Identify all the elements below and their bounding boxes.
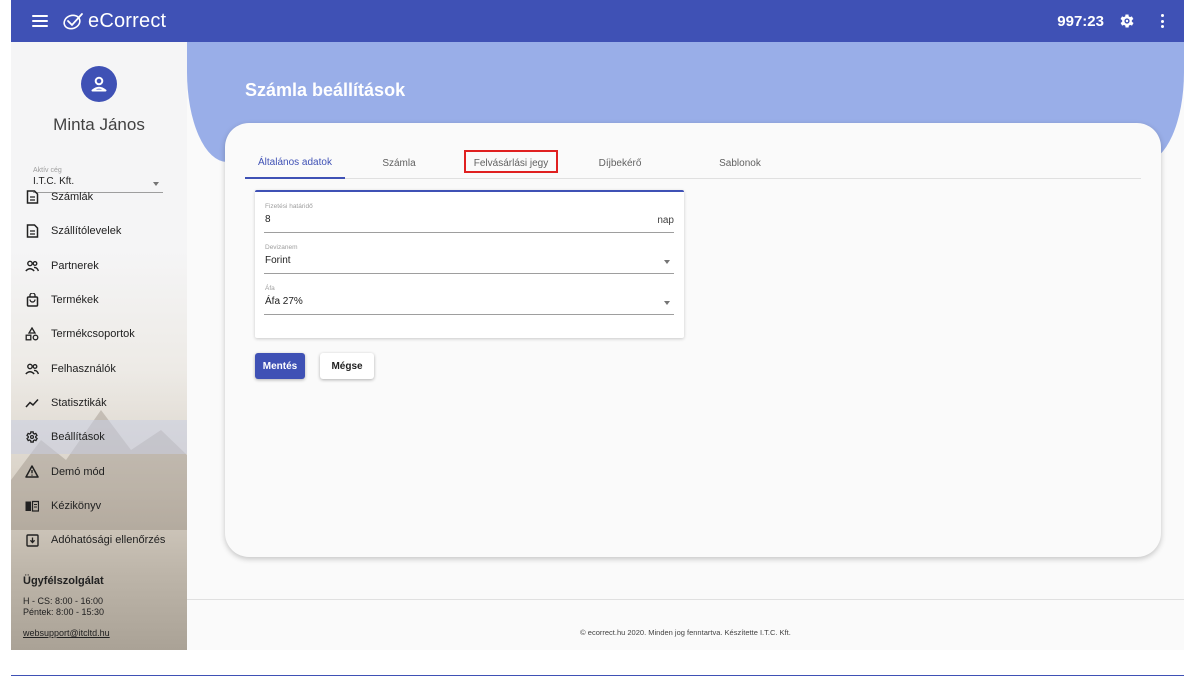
settings-card: Általános adatok Számla Felvásárlási jeg… <box>225 123 1161 557</box>
gear-icon[interactable] <box>1118 12 1136 30</box>
company-select-label: Aktív cég <box>33 167 62 174</box>
hamburger-icon[interactable] <box>32 15 48 27</box>
currency-value: Forint <box>265 255 291 266</box>
user-icon <box>91 76 107 92</box>
sidebar-item-label: Termékek <box>51 294 99 307</box>
sidebar-item-label: Termékcsoportok <box>51 328 135 341</box>
sidebar-item-termekcsoportok[interactable]: Termékcsoportok <box>11 317 187 351</box>
sidebar-item-adohatosagi-ellenorzes[interactable]: Adóhatósági ellenőrzés <box>11 523 187 557</box>
currency-select[interactable]: Devizanem Forint <box>264 244 674 274</box>
tab-label: Sablonok <box>719 157 761 169</box>
sidebar-nav: Számlák Szállítólevelek Partnerek Termék… <box>11 180 187 557</box>
download-box-icon <box>25 533 39 547</box>
gear-icon <box>25 430 39 444</box>
support-hours-friday: Péntek: 8:00 - 15:30 <box>23 607 105 617</box>
vat-label: Áfa <box>265 285 275 292</box>
sidebar-item-label: Demó mód <box>51 465 105 478</box>
payment-deadline-label: Fizetési határidő <box>265 203 313 210</box>
sidebar-item-felhasznalok[interactable]: Felhasználók <box>11 351 187 385</box>
brand-logo-icon <box>63 13 83 30</box>
sidebar-item-label: Szállítólevelek <box>51 225 122 238</box>
sidebar-item-partnerek[interactable]: Partnerek <box>11 249 187 283</box>
sidebar-item-kezikonyv[interactable]: Kézikönyv <box>11 489 187 523</box>
warning-icon <box>25 465 39 479</box>
sidebar-item-label: Kézikönyv <box>51 499 102 512</box>
currency-label: Devizanem <box>265 244 298 251</box>
trend-icon <box>25 396 39 410</box>
people-icon <box>25 362 39 376</box>
footer-copyright: © ecorrect.hu 2020. Minden jog fenntartv… <box>580 628 791 637</box>
vat-value: Áfa 27% <box>265 296 303 307</box>
payment-deadline-value: 8 <box>265 214 271 225</box>
bottom-divider <box>11 675 1184 676</box>
more-vert-icon[interactable] <box>1160 14 1164 28</box>
chevron-down-icon <box>664 301 670 305</box>
main-content: Számla beállítások Általános adatok Szám… <box>187 42 1184 650</box>
avatar[interactable] <box>81 66 117 102</box>
tab-dijbekero[interactable]: Díjbekérő <box>585 147 655 179</box>
sidebar-item-label: Beállítások <box>51 431 105 444</box>
document-icon <box>25 224 39 239</box>
user-name: Minta János <box>53 115 145 134</box>
sidebar-item-demo-mod[interactable]: Demó mód <box>11 454 187 488</box>
payment-deadline-field[interactable]: Fizetési határidő 8 nap <box>264 203 674 233</box>
tab-bar: Általános adatok Számla Felvásárlási jeg… <box>245 147 1141 179</box>
sidebar-item-beallitasok[interactable]: Beállítások <box>11 420 187 455</box>
support-title: Ügyfélszolgálat <box>23 575 104 587</box>
sidebar-item-termekek[interactable]: Termékek <box>11 283 187 317</box>
footer: © ecorrect.hu 2020. Minden jog fenntartv… <box>187 599 1184 650</box>
sidebar-item-label: Adóhatósági ellenőrzés <box>51 534 166 547</box>
general-settings-form: Fizetési határidő 8 nap Devizanem Forint… <box>255 190 684 338</box>
app-window: eCorrect 997:23 Minta János Aktív cég I.… <box>11 0 1184 650</box>
support-hours-weekday: H - CS: 8:00 - 16:00 <box>23 596 104 606</box>
tab-altalanos-adatok[interactable]: Általános adatok <box>245 147 345 179</box>
session-timer: 997:23 <box>1057 12 1104 30</box>
page-title: Számla beállítások <box>245 80 406 100</box>
save-button[interactable]: Mentés <box>255 353 305 379</box>
book-icon <box>25 499 39 513</box>
people-icon <box>25 259 39 273</box>
tab-felvasarlasi-jegy[interactable]: Felvásárlási jegy <box>464 147 558 179</box>
sidebar-item-label: Felhasználók <box>51 362 116 375</box>
tab-label: Általános adatok <box>258 156 332 168</box>
sidebar-item-szamlak[interactable]: Számlák <box>11 180 187 214</box>
sidebar-content: Minta János Aktív cég I.T.C. Kft. Számlá… <box>11 42 187 650</box>
sidebar: Minta János Aktív cég I.T.C. Kft. Számlá… <box>11 42 187 650</box>
topbar-actions: 997:23 <box>1057 12 1184 30</box>
vat-select[interactable]: Áfa Áfa 27% <box>264 285 674 315</box>
sidebar-item-label: Partnerek <box>51 259 99 272</box>
chevron-down-icon <box>664 260 670 264</box>
bag-icon <box>25 293 39 307</box>
tab-sablonok[interactable]: Sablonok <box>705 147 775 179</box>
sidebar-item-statisztikak[interactable]: Statisztikák <box>11 386 187 420</box>
sidebar-item-label: Számlák <box>51 191 94 204</box>
tab-label: Számla <box>382 157 416 169</box>
payment-deadline-suffix: nap <box>657 215 674 226</box>
support-email-link[interactable]: websupport@itcltd.hu <box>23 628 110 638</box>
brand[interactable]: eCorrect <box>62 10 166 33</box>
category-icon <box>25 327 39 341</box>
top-app-bar: eCorrect 997:23 <box>11 0 1184 42</box>
tab-szamla[interactable]: Számla <box>364 147 434 179</box>
cancel-button[interactable]: Mégse <box>320 353 374 379</box>
sidebar-item-szallitolevelek[interactable]: Szállítólevelek <box>11 214 187 248</box>
document-icon <box>25 190 39 204</box>
sidebar-item-label: Statisztikák <box>51 396 107 409</box>
brand-name: eCorrect <box>88 9 167 32</box>
highlight-box <box>464 150 558 173</box>
tab-label: Díjbekérő <box>598 157 642 169</box>
